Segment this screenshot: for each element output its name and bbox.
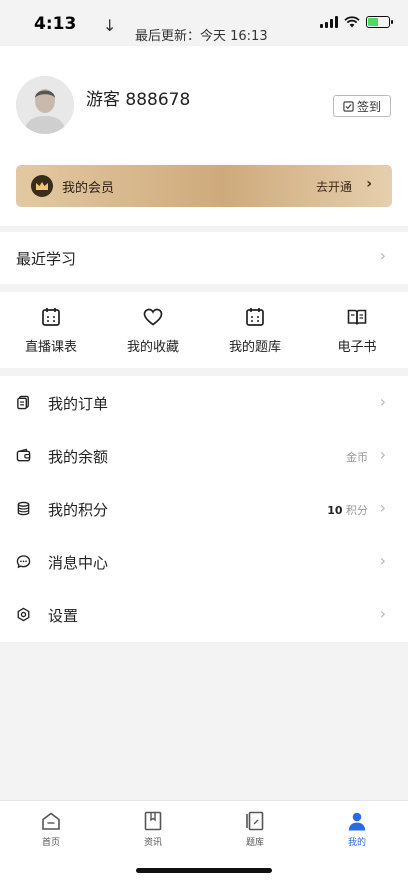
tab-label: 我的: [347, 838, 366, 848]
wallet-icon: [16, 448, 31, 462]
menu-item-messages[interactable]: 消息中心 ›: [0, 535, 408, 588]
vip-activate-link[interactable]: 去开通: [316, 178, 352, 195]
tab-mine[interactable]: 我的: [306, 801, 408, 883]
checkbox-icon: [343, 100, 354, 112]
home-icon: [42, 812, 60, 830]
coins-icon: [17, 501, 30, 516]
chevron-right-icon: ›: [379, 246, 386, 265]
avatar-person-icon: [16, 76, 74, 134]
menu-item-balance[interactable]: 我的余额 金币 ›: [0, 429, 408, 482]
status-icons: [320, 16, 393, 28]
menu-list: 我的订单 › 我的余额 金币 › 我的积分 10 积分 › 消息中心 › 设置 …: [0, 376, 408, 642]
shortcut-label: 我的题库: [228, 340, 281, 355]
vip-title: 我的会员: [62, 181, 115, 196]
menu-item-label: 消息中心: [48, 554, 109, 572]
chevron-right-icon: ›: [379, 392, 386, 411]
signal-icon: [320, 16, 338, 28]
profile-section: 游客 888678 签到 我的会员 去开通 ›: [0, 46, 408, 226]
menu-item-label: 我的余额: [48, 448, 109, 466]
menu-item-label: 我的订单: [48, 395, 109, 413]
tab-label: 首页: [41, 838, 60, 848]
checkin-label: 签到: [356, 99, 381, 114]
calendar-grid-icon: [246, 308, 264, 326]
points-value: 10 积分: [327, 502, 368, 518]
menu-item-settings[interactable]: 设置 ›: [0, 588, 408, 641]
shortcut-ebook[interactable]: 电子书: [306, 292, 408, 368]
crown-icon: [31, 175, 53, 197]
book-icon: [347, 309, 367, 325]
question-bank-icon: [246, 811, 264, 831]
status-time: 4:13: [34, 14, 77, 34]
menu-item-label: 设置: [48, 607, 79, 625]
shortcut-grid: 直播课表 我的收藏 我的题库 电子书: [0, 292, 408, 368]
shortcut-label: 我的收藏: [126, 340, 179, 355]
download-arrow-icon: ↓: [103, 16, 117, 35]
settings-icon: [17, 607, 30, 622]
shortcut-question-bank[interactable]: 我的题库: [204, 292, 306, 368]
battery-icon: [366, 16, 393, 28]
tab-label: 题库: [245, 838, 264, 848]
bookmark-icon: [144, 811, 162, 831]
shortcut-favorites[interactable]: 我的收藏: [102, 292, 204, 368]
heart-icon: [143, 308, 163, 326]
points-number: 10: [327, 504, 343, 517]
chevron-right-icon: ›: [379, 498, 386, 517]
battery-level: [368, 18, 378, 26]
username[interactable]: 游客 888678: [86, 85, 190, 110]
recent-study-row[interactable]: 最近学习 ›: [0, 232, 408, 284]
points-unit: 积分: [346, 504, 368, 517]
last-update-text: 最后更新：今天 16:13: [135, 29, 268, 44]
orders-icon: [17, 395, 29, 410]
vip-banner[interactable]: 我的会员 去开通 ›: [16, 165, 392, 207]
chevron-right-icon: ›: [379, 604, 386, 623]
chevron-right-icon: ›: [379, 445, 386, 464]
recent-study-title: 最近学习: [16, 250, 77, 268]
calendar-icon: [42, 308, 60, 326]
shortcut-live-schedule[interactable]: 直播课表: [0, 292, 102, 368]
menu-item-orders[interactable]: 我的订单 ›: [0, 376, 408, 429]
shortcut-label: 直播课表: [24, 340, 77, 355]
shortcut-label: 电子书: [337, 340, 377, 355]
message-icon: [16, 555, 31, 569]
menu-item-label: 我的积分: [48, 501, 109, 519]
balance-value: 金币: [346, 451, 368, 464]
menu-item-points[interactable]: 我的积分 10 积分 ›: [0, 482, 408, 535]
chevron-right-icon: ›: [366, 176, 372, 192]
wifi-icon: [344, 16, 360, 28]
checkin-button[interactable]: 签到: [333, 95, 391, 117]
chevron-right-icon: ›: [379, 551, 386, 570]
home-indicator: [136, 868, 272, 873]
avatar[interactable]: [16, 76, 74, 134]
tab-home[interactable]: 首页: [0, 801, 102, 883]
tab-label: 资讯: [143, 838, 162, 848]
status-bar: 4:13 ↓ 最后更新：今天 16:13: [0, 0, 408, 46]
user-icon: [348, 812, 366, 831]
